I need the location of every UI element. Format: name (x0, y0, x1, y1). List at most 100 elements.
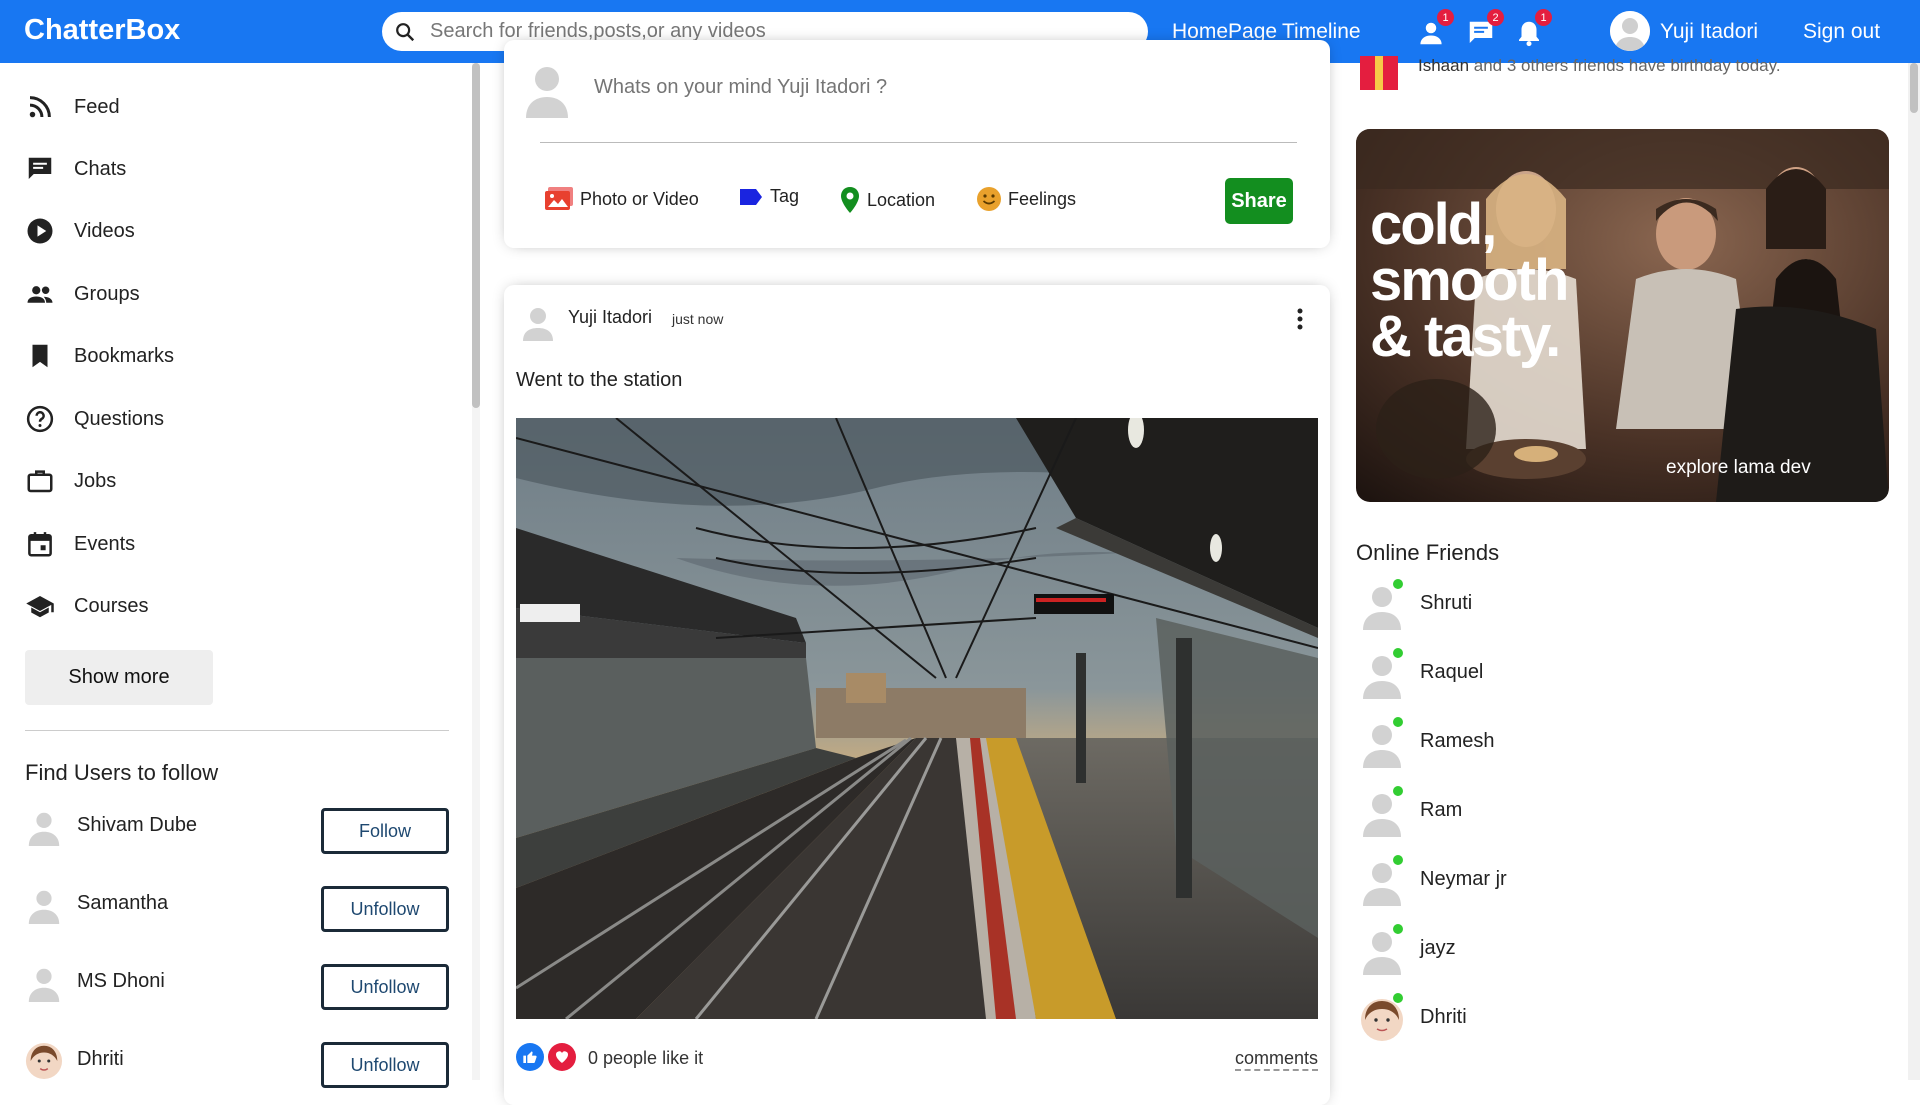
default-avatar-icon (28, 968, 60, 1002)
briefcase-icon (27, 470, 53, 493)
birthday-text: and 3 others friends have birthday today… (1469, 56, 1781, 75)
ad-line-3: & tasty. (1370, 304, 1561, 369)
feelings-option[interactable]: Feelings (976, 186, 1076, 212)
school-icon (26, 596, 54, 618)
sidebar-item-label: Questions (74, 407, 165, 430)
location-option[interactable]: Location (839, 186, 935, 214)
smiley-icon (977, 187, 1001, 211)
user-name[interactable]: Yuji Itadori (1660, 20, 1758, 44)
online-status-dot (1392, 923, 1404, 935)
post-footer: 0 people like it comments (516, 1043, 1318, 1075)
online-friend[interactable]: Ram (1360, 785, 1660, 839)
sidebar-item-groups[interactable]: Groups (25, 274, 140, 314)
online-friend[interactable]: Shruti (1360, 578, 1660, 632)
sidebar-divider (25, 730, 449, 731)
sidebar-item-videos[interactable]: Videos (25, 211, 135, 251)
share-button[interactable]: Share (1225, 178, 1293, 224)
location-pin-icon (841, 187, 859, 213)
online-status-dot (1392, 647, 1404, 659)
tag-option[interactable]: Tag (738, 186, 799, 207)
online-friend-name: Ram (1420, 799, 1463, 821)
suggested-user-row: Samantha Unfollow (25, 884, 450, 934)
post-text: Went to the station (516, 369, 683, 391)
sidebar-item-bookmarks[interactable]: Bookmarks (25, 336, 174, 376)
online-friend-name: Raquel (1420, 661, 1484, 683)
location-label: Location (867, 189, 936, 210)
default-avatar-icon (526, 67, 568, 118)
online-friend[interactable]: jayz (1360, 923, 1660, 977)
online-friend-name: jayz (1420, 937, 1456, 959)
online-friend[interactable]: Dhriti (1360, 992, 1660, 1046)
online-status-dot (1392, 854, 1404, 866)
show-more-button[interactable]: Show more (25, 650, 213, 705)
suggested-user-name[interactable]: Dhriti (77, 1048, 124, 1071)
sidebar-item-questions[interactable]: Questions (25, 399, 164, 439)
ad-line-1: cold, (1370, 192, 1497, 257)
online-status-dot (1392, 716, 1404, 728)
sidebar-item-chats[interactable]: Chats (25, 149, 126, 189)
suggested-user-name[interactable]: MS Dhoni (77, 970, 165, 993)
sidebar-item-label: Groups (74, 282, 140, 305)
app-logo[interactable]: ChatterBox (24, 14, 180, 47)
ad-headline: cold, smooth & tasty. (1370, 192, 1569, 369)
sidebar-item-label: Chats (74, 157, 127, 180)
sidebar-item-feed[interactable]: Feed (25, 87, 120, 127)
post-author[interactable]: Yuji Itadori (568, 307, 652, 328)
advertisement-banner[interactable]: cold, smooth & tasty. explore lama dev (1356, 129, 1889, 502)
online-friend-name: Ramesh (1420, 730, 1495, 752)
comments-link[interactable]: comments (1234, 1048, 1318, 1071)
sidebar-scrollbar-thumb[interactable] (472, 63, 480, 408)
sidebar-item-jobs[interactable]: Jobs (25, 461, 116, 501)
tag-label: Tag (770, 186, 800, 206)
rss-feed-icon (29, 96, 51, 118)
ad-line-2: smooth (1370, 248, 1569, 313)
birthday-name[interactable]: Ishaan (1418, 56, 1469, 75)
post-image[interactable] (516, 418, 1318, 1019)
photo-icon (545, 187, 573, 210)
feelings-label: Feelings (1008, 188, 1077, 209)
unfollow-button[interactable]: Unfollow (321, 1042, 449, 1088)
online-friend[interactable]: Ramesh (1360, 716, 1660, 770)
messages-button[interactable]: 2 (1466, 9, 1504, 48)
sidebar-item-label: Bookmarks (74, 344, 175, 367)
photo-video-label: Photo or Video (580, 188, 699, 209)
share-divider (540, 142, 1297, 143)
sidebar-item-courses[interactable]: Courses (25, 586, 148, 626)
train-station-photo (516, 418, 1318, 1019)
sign-out-link[interactable]: Sign out (1803, 20, 1880, 44)
likes-count: 0 people like it (588, 1048, 704, 1068)
unfollow-button[interactable]: Unfollow (321, 886, 449, 932)
status-input[interactable] (594, 76, 1194, 99)
follow-button[interactable]: Follow (321, 808, 449, 854)
tag-icon (740, 188, 762, 205)
notifications-button[interactable]: 1 (1514, 9, 1552, 48)
more-options-icon[interactable] (1296, 307, 1304, 331)
post-timestamp: just now (672, 311, 724, 327)
sidebar-item-label: Videos (74, 219, 135, 242)
sidebar-item-label: Courses (74, 594, 149, 617)
page-scrollbar-thumb[interactable] (1910, 63, 1918, 113)
photo-video-option[interactable]: Photo or Video (544, 186, 699, 212)
bookmark-icon (32, 344, 48, 368)
messages-badge: 2 (1487, 9, 1504, 26)
ad-footer: explore lama dev (1666, 457, 1811, 478)
search-icon (396, 22, 415, 41)
help-circle-icon (26, 405, 54, 433)
user-avatar[interactable] (1610, 11, 1650, 51)
love-reaction-button[interactable] (548, 1043, 576, 1071)
online-friends-title: Online Friends (1356, 540, 1500, 565)
suggested-user-name[interactable]: Samantha (77, 892, 168, 915)
suggested-user-name[interactable]: Shivam Dube (77, 814, 197, 837)
sidebar-item-events[interactable]: Events (25, 524, 135, 564)
share-post-card: Photo or Video Tag Location Feelings Sha… (504, 40, 1330, 248)
page-scrollbar-track[interactable] (1908, 63, 1920, 1080)
friend-requests-button[interactable]: 1 (1416, 9, 1454, 48)
default-avatar-icon (28, 890, 60, 924)
thumbs-up-icon (523, 1051, 537, 1063)
online-friend[interactable]: Neymar jr (1360, 854, 1660, 908)
online-friend-name: Dhriti (1420, 1006, 1467, 1028)
default-avatar-icon (523, 308, 553, 341)
online-friend[interactable]: Raquel (1360, 647, 1660, 701)
like-reaction-button[interactable] (516, 1043, 544, 1071)
unfollow-button[interactable]: Unfollow (321, 964, 449, 1010)
